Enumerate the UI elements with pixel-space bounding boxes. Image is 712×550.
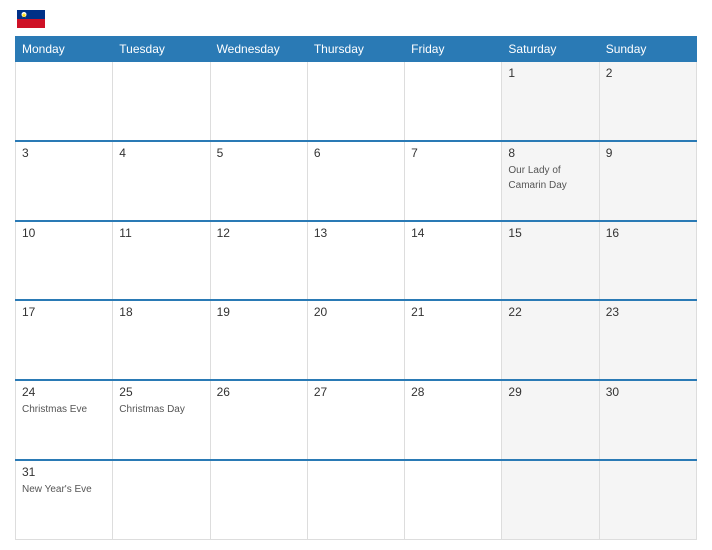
calendar-cell: 10 xyxy=(16,221,113,301)
calendar-week-row: 24 Christmas Eve 25 Christmas Day 26 27 28 29 30 xyxy=(16,380,697,460)
day-number: 12 xyxy=(217,226,301,240)
day-header-friday: Friday xyxy=(405,37,502,62)
calendar-cell xyxy=(307,62,404,142)
day-number: 16 xyxy=(606,226,690,240)
calendar-cell xyxy=(405,460,502,540)
day-header-thursday: Thursday xyxy=(307,37,404,62)
calendar-cell: 14 xyxy=(405,221,502,301)
day-number: 21 xyxy=(411,305,495,319)
day-number: 4 xyxy=(119,146,203,160)
calendar-cell: 9 xyxy=(599,141,696,221)
day-number: 31 xyxy=(22,465,106,479)
calendar-cell: 25 Christmas Day xyxy=(113,380,210,460)
day-number: 10 xyxy=(22,226,106,240)
calendar-cell xyxy=(307,460,404,540)
day-number: 20 xyxy=(314,305,398,319)
calendar-cell: 21 xyxy=(405,300,502,380)
calendar-cell: 24 Christmas Eve xyxy=(16,380,113,460)
calendar-cell: 18 xyxy=(113,300,210,380)
calendar-cell: 1 xyxy=(502,62,599,142)
day-number: 2 xyxy=(606,66,690,80)
day-number: 6 xyxy=(314,146,398,160)
page-header xyxy=(15,10,697,28)
calendar-week-row: 12 xyxy=(16,62,697,142)
day-header-monday: Monday xyxy=(16,37,113,62)
event-label: Christmas Eve xyxy=(22,404,87,415)
day-header-wednesday: Wednesday xyxy=(210,37,307,62)
calendar-cell: 28 xyxy=(405,380,502,460)
calendar-cell xyxy=(210,460,307,540)
day-number: 9 xyxy=(606,146,690,160)
calendar-week-row: 17 18 19 20 21 22 23 xyxy=(16,300,697,380)
day-header-tuesday: Tuesday xyxy=(113,37,210,62)
calendar-cell: 13 xyxy=(307,221,404,301)
calendar-cell: 29 xyxy=(502,380,599,460)
calendar-cell: 19 xyxy=(210,300,307,380)
calendar-cell xyxy=(599,460,696,540)
calendar-cell: 27 xyxy=(307,380,404,460)
day-number: 24 xyxy=(22,385,106,399)
day-number: 7 xyxy=(411,146,495,160)
calendar-cell: 2 xyxy=(599,62,696,142)
logo xyxy=(15,10,45,28)
calendar-cell xyxy=(113,62,210,142)
event-label: New Year's Eve xyxy=(22,484,92,495)
calendar-cell: 22 xyxy=(502,300,599,380)
calendar-table: MondayTuesdayWednesdayThursdayFridaySatu… xyxy=(15,36,697,540)
day-number: 22 xyxy=(508,305,592,319)
day-number: 8 xyxy=(508,146,592,160)
day-number: 30 xyxy=(606,385,690,399)
event-label: Christmas Day xyxy=(119,404,185,415)
calendar-week-row: 31 New Year's Eve xyxy=(16,460,697,540)
day-number: 29 xyxy=(508,385,592,399)
calendar-cell xyxy=(210,62,307,142)
calendar-cell: 17 xyxy=(16,300,113,380)
calendar-cell: 6 xyxy=(307,141,404,221)
calendar-cell xyxy=(113,460,210,540)
calendar-cell: 26 xyxy=(210,380,307,460)
calendar-cell: 31 New Year's Eve xyxy=(16,460,113,540)
day-number: 28 xyxy=(411,385,495,399)
calendar-cell: 15 xyxy=(502,221,599,301)
calendar-cell: 30 xyxy=(599,380,696,460)
day-number: 23 xyxy=(606,305,690,319)
calendar-cell: 23 xyxy=(599,300,696,380)
day-number: 17 xyxy=(22,305,106,319)
calendar-cell: 5 xyxy=(210,141,307,221)
calendar-cell xyxy=(405,62,502,142)
day-number: 27 xyxy=(314,385,398,399)
calendar-cell: 3 xyxy=(16,141,113,221)
calendar-cell xyxy=(502,460,599,540)
calendar-cell: 20 xyxy=(307,300,404,380)
event-label: Our Lady of Camarin Day xyxy=(508,165,566,191)
day-number: 26 xyxy=(217,385,301,399)
calendar-cell: 11 xyxy=(113,221,210,301)
day-number: 18 xyxy=(119,305,203,319)
calendar-cell: 12 xyxy=(210,221,307,301)
day-number: 3 xyxy=(22,146,106,160)
calendar-cell: 16 xyxy=(599,221,696,301)
calendar-week-row: 345678 Our Lady of Camarin Day 9 xyxy=(16,141,697,221)
calendar-cell: 8 Our Lady of Camarin Day xyxy=(502,141,599,221)
day-number: 1 xyxy=(508,66,592,80)
day-header-sunday: Sunday xyxy=(599,37,696,62)
day-number: 13 xyxy=(314,226,398,240)
calendar-header-row: MondayTuesdayWednesdayThursdayFridaySatu… xyxy=(16,37,697,62)
day-number: 19 xyxy=(217,305,301,319)
day-number: 15 xyxy=(508,226,592,240)
calendar-cell xyxy=(16,62,113,142)
logo-flag-icon xyxy=(17,10,45,28)
calendar-week-row: 10 11 12 13 14 15 16 xyxy=(16,221,697,301)
day-number: 5 xyxy=(217,146,301,160)
day-number: 25 xyxy=(119,385,203,399)
day-header-saturday: Saturday xyxy=(502,37,599,62)
calendar-cell: 7 xyxy=(405,141,502,221)
calendar-cell: 4 xyxy=(113,141,210,221)
day-number: 11 xyxy=(119,226,203,240)
day-number: 14 xyxy=(411,226,495,240)
